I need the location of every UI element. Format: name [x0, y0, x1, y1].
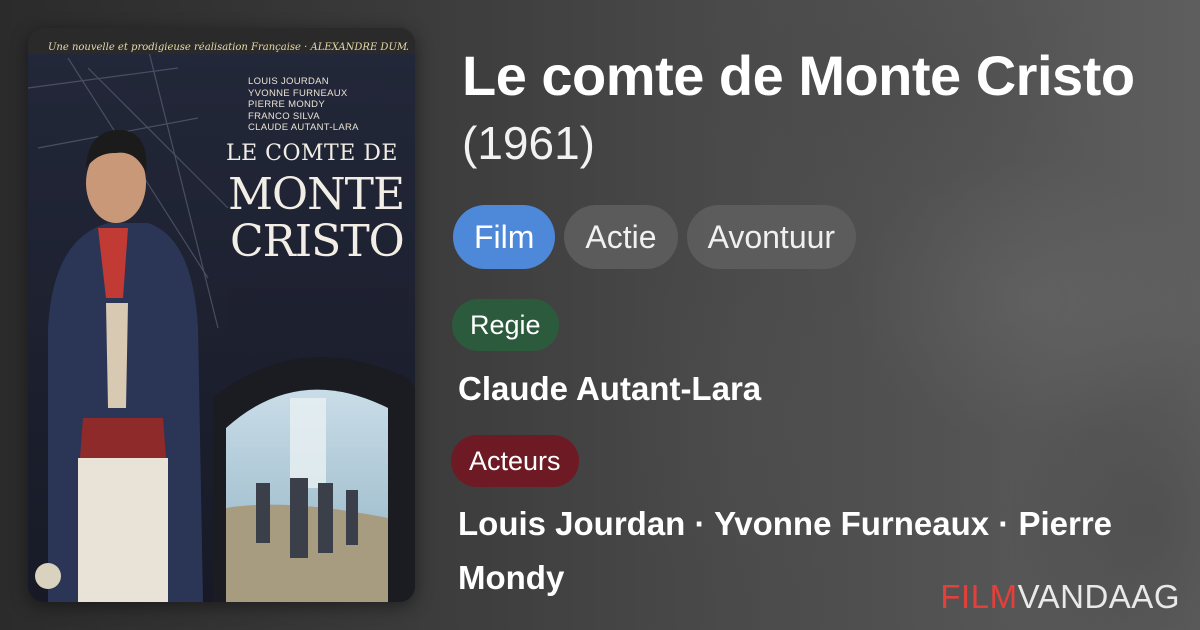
acteurs-badge: Acteurs [451, 435, 579, 487]
poster-tagline: Une nouvelle et prodigieuse réalisation … [48, 42, 408, 53]
poster-title-line: CRISTO [230, 216, 405, 267]
movie-card: Une nouvelle et prodigieuse réalisation … [0, 0, 1200, 630]
genre-pill-avontuur[interactable]: Avontuur [686, 205, 857, 269]
poster-cast-name: FRANCO SILVA [248, 110, 320, 122]
movie-title: Le comte de Monte Cristo (1961) [462, 44, 1162, 175]
poster-cast-name: PIERRE MONDY [248, 99, 325, 110]
logo-part-vandaag: VANDAAG [1017, 578, 1180, 615]
movie-poster[interactable]: Une nouvelle et prodigieuse réalisation … [28, 28, 415, 602]
poster-cast-name: LOUIS JOURDAN [248, 76, 329, 87]
filmvandaag-logo[interactable]: FILMVANDAAG [940, 578, 1180, 616]
director-name: Claude Autant-Lara [458, 370, 762, 407]
poster-cast-name: YVONNE FURNEAUX [248, 87, 348, 99]
poster-title-line: LE COMTE DE [226, 141, 398, 166]
regie-badge: Regie [452, 299, 559, 351]
genre-list: Film Actie Avontuur [453, 205, 857, 269]
poster-title-line: MONTE [228, 169, 405, 220]
poster-cast-list: LOUIS JOURDAN YVONNE FURNEAUX PIERRE MON… [248, 76, 359, 134]
movie-year: (1961) [462, 117, 595, 169]
genre-pill-actie[interactable]: Actie [564, 205, 678, 269]
poster-cast-name: CLAUDE AUTANT-LARA [248, 122, 359, 133]
genre-pill-film[interactable]: Film [453, 205, 556, 269]
movie-title-text: Le comte de Monte Cristo [462, 44, 1135, 107]
logo-part-film: FILM [940, 578, 1018, 615]
